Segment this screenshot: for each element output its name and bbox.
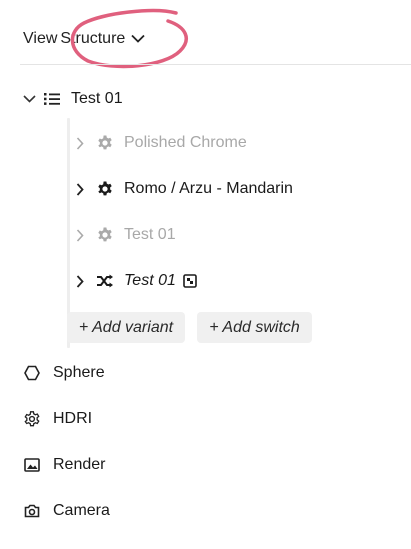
add-variant-button[interactable]: + Add variant [67,312,185,343]
chip-icon [182,274,198,288]
header-divider [20,64,411,65]
switch-item[interactable]: Test 01 [74,268,198,294]
shuffle-icon [95,274,115,288]
object-label: Render [53,456,106,473]
object-label: Camera [53,502,110,519]
object-label: Sphere [53,364,105,381]
camera-icon [23,504,41,518]
object-camera[interactable]: Camera [23,498,110,524]
image-icon [23,458,41,472]
variant-item[interactable]: Test 01 [74,222,176,248]
variant-label: Test 01 [124,226,176,243]
chevron-right-icon[interactable] [74,136,86,150]
gear-icon [96,135,114,151]
gear-icon [96,181,114,197]
view-label: View [23,30,58,47]
view-selector: View Structure [23,26,145,52]
tree-root[interactable]: Test 01 [21,86,123,112]
variant-label: Romo / Arzu - Mandarin [124,180,293,197]
chevron-down-icon[interactable] [21,95,37,103]
cog-icon [23,411,41,427]
chevron-right-icon[interactable] [74,228,86,242]
object-hdri[interactable]: HDRI [23,406,92,432]
add-switch-button[interactable]: + Add switch [197,312,312,343]
object-label: HDRI [53,410,93,427]
gear-icon [96,227,114,243]
chevron-right-icon[interactable] [74,182,86,196]
variant-item[interactable]: Polished Chrome [74,130,247,156]
object-render[interactable]: Render [23,452,105,478]
chevron-down-icon [131,30,145,48]
structure-dropdown[interactable]: Structure [60,30,145,48]
list-icon [43,92,61,106]
variant-label: Polished Chrome [124,134,247,151]
structure-label: Structure [60,30,126,47]
switch-label: Test 01 [124,272,176,289]
variant-item[interactable]: Romo / Arzu - Mandarin [74,176,293,202]
tree-root-label: Test 01 [71,90,123,107]
object-sphere[interactable]: Sphere [23,360,105,386]
hexagon-icon [23,365,41,381]
chevron-right-icon[interactable] [74,274,86,288]
